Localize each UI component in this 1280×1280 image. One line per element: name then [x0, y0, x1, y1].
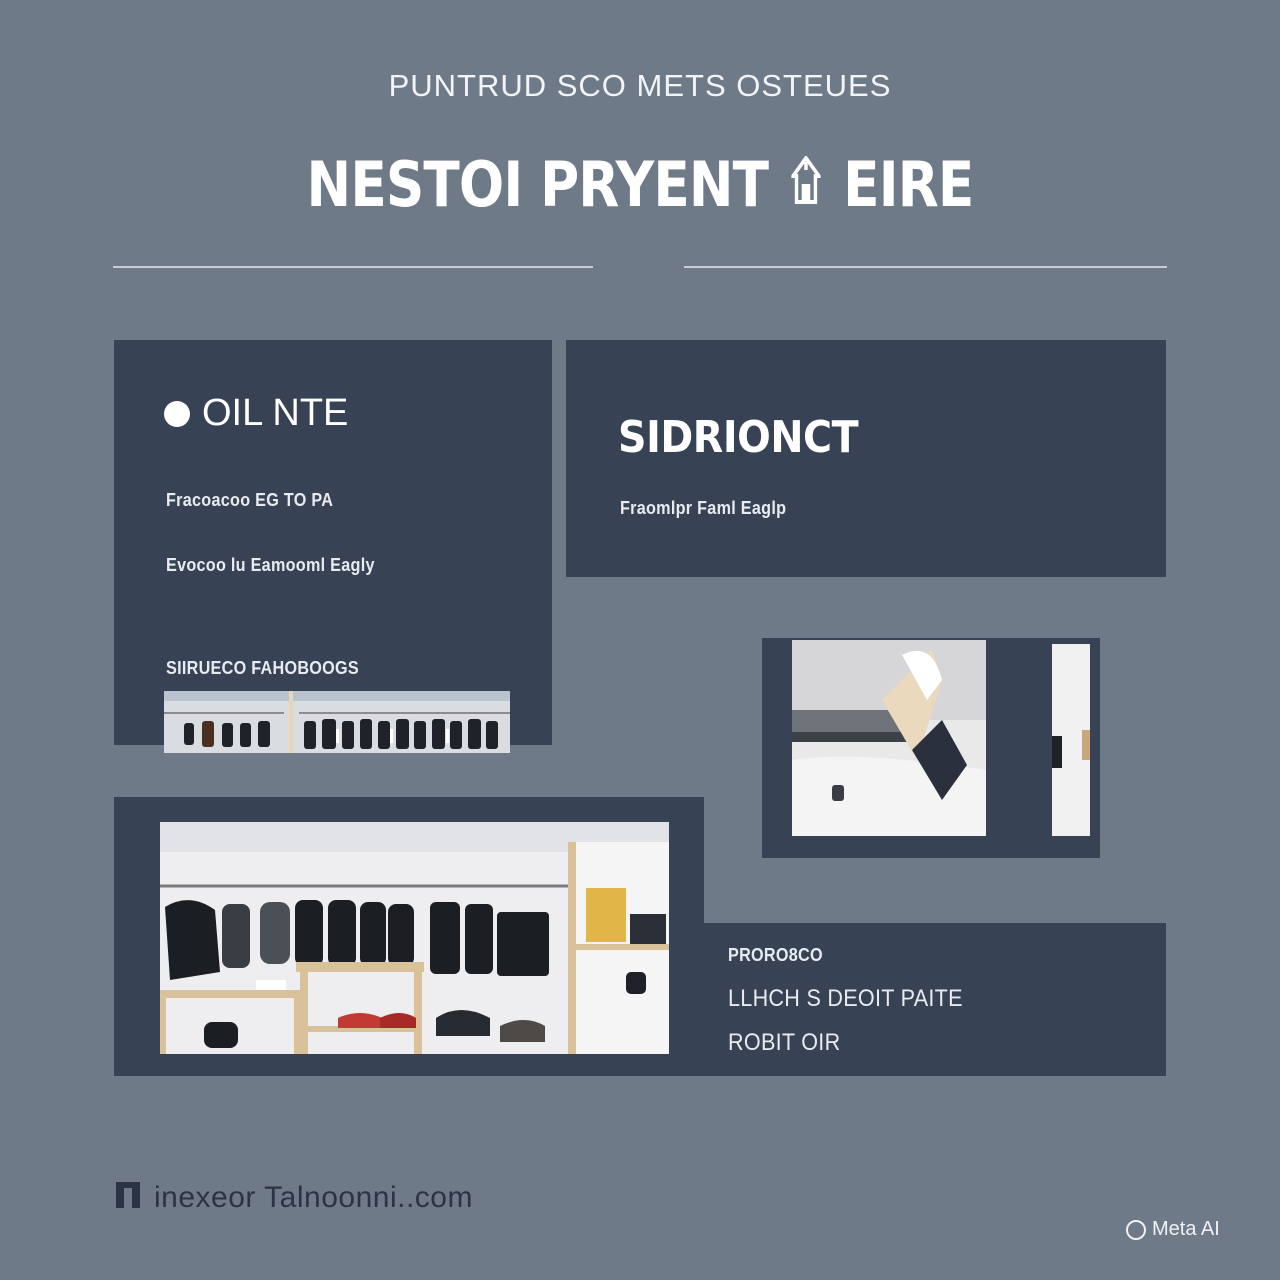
footer-brand: inexeor Talnoonni..com — [114, 1180, 473, 1215]
card-left-line-2: Evocoo lu Eamooml Eagly — [166, 555, 375, 575]
card-bottom-line-1: PRORO8CO — [728, 945, 823, 965]
storefront-logo-icon — [114, 1180, 142, 1215]
bullet-dot-icon — [164, 400, 190, 427]
card-bottom-line-3: ROBIT OIR — [728, 1029, 841, 1056]
info-card-bottom-right: PRORO8CO LLHCH S DEOIT PAITE ROBIT OIR — [700, 923, 1166, 1076]
watermark: Meta AI — [1126, 1218, 1220, 1241]
product-photo-card — [762, 638, 1100, 858]
storefront-photo — [160, 822, 669, 1054]
headline-right: EIRE — [843, 148, 974, 221]
card-left-line-3: SIIRUECO FAHOBOOGS — [166, 658, 359, 678]
meta-ai-ring-icon — [1126, 1219, 1146, 1240]
divider-right — [684, 266, 1167, 268]
side-photo-strip — [1052, 644, 1090, 836]
footer-brand-text: inexeor Talnoonni..com — [154, 1180, 473, 1214]
card-top-right-subtitle: Fraomlpr Faml Eaglp — [620, 498, 787, 518]
info-card-top-right: SIDRIONCT Fraomlpr Faml Eaglp — [566, 340, 1166, 577]
card-left-line-1: Fracoacoo EG TO PA — [166, 490, 334, 510]
card-top-right-title: SIDRIONCT — [618, 412, 859, 463]
card-left-title: OIL NTE — [164, 392, 348, 435]
watermark-label: Meta AI — [1152, 1218, 1220, 1240]
clothing-rail-photo — [164, 691, 510, 753]
card-bottom-line-2: LLHCH S DEOIT PAITE — [728, 985, 963, 1012]
bag-product-photo — [792, 640, 986, 836]
divider-left — [113, 266, 593, 268]
eyebrow-text: PUNTRUD SCO METS OSTEUES — [388, 68, 892, 103]
headline: NESTOI PRYENT EIRE — [90, 148, 1191, 225]
headline-left: NESTOI PRYENT — [306, 148, 769, 221]
info-card-left: OIL NTE Fracoacoo EG TO PA Evocoo lu Eam… — [114, 340, 552, 753]
house-glyph-icon — [789, 152, 823, 225]
